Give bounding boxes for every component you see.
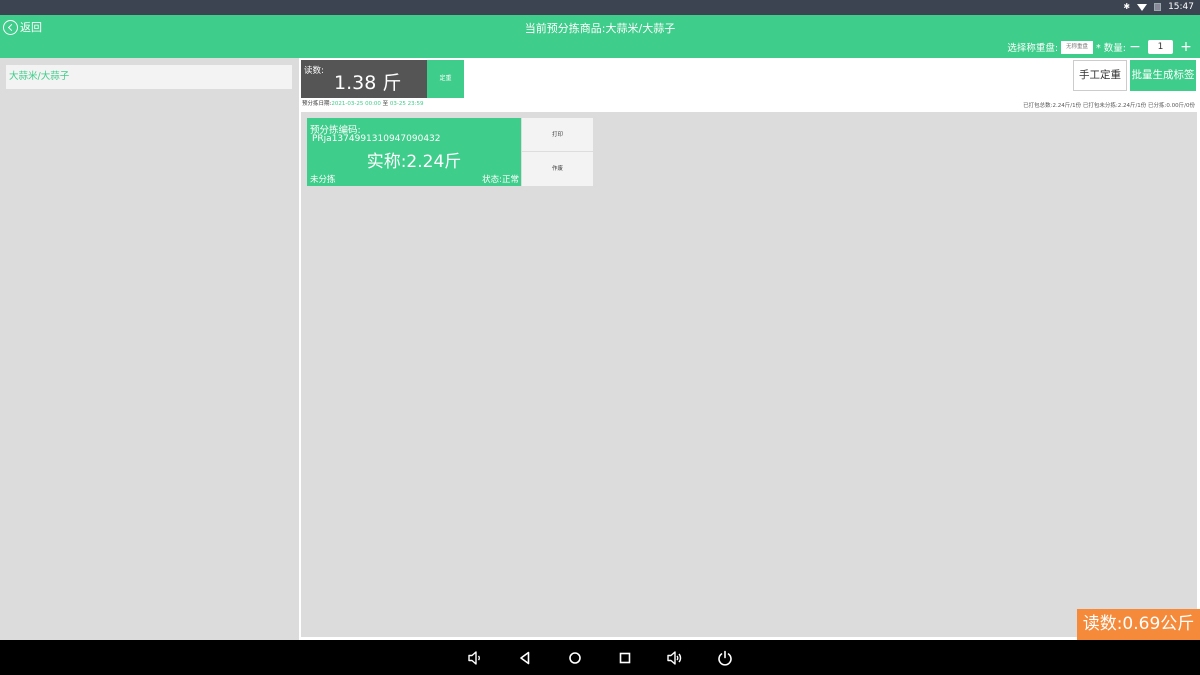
wifi-icon <box>1137 3 1148 11</box>
recent-apps-icon[interactable] <box>616 649 634 667</box>
card-code: PRja1374991310947090432 <box>312 134 441 144</box>
volume-up-icon[interactable] <box>666 649 684 667</box>
presort-date-range: 预分拣日期:2021-03-25 00:00 至 03-25 23:59 <box>302 99 424 107</box>
presort-card[interactable]: 预分拣编码: PRja1374991310947090432 实称:2.24斤 … <box>307 118 521 186</box>
scale-reading-box: 读数: 1.38 斤 <box>301 60 427 98</box>
sim-icon <box>1154 3 1162 11</box>
packing-stats: 已打包总数:2.24斤/1份 已打包未分拣:2.24斤/1份 已分拣:0.00斤… <box>1023 103 1195 109</box>
batch-generate-labels-button[interactable]: 批量生成标签 <box>1130 60 1196 91</box>
date-start[interactable]: 2021-03-25 00:00 <box>331 101 381 107</box>
system-nav-bar <box>0 640 1200 675</box>
card-actions: 打印 作废 <box>522 118 593 186</box>
home-circle-icon[interactable] <box>566 649 584 667</box>
date-end[interactable]: 03-25 23:59 <box>390 101 424 107</box>
product-list-item[interactable]: 大蒜米/大蒜子 <box>6 65 292 89</box>
scale-quantity-row: 选择称重盘: 无称重盘 * 数量: − 1 + <box>1007 40 1192 54</box>
page-title: 当前预分拣商品:大蒜米/大蒜子 <box>524 22 676 35</box>
void-button[interactable]: 作废 <box>522 152 593 186</box>
date-prefix: 预分拣日期: <box>302 101 332 107</box>
power-icon[interactable] <box>716 649 734 667</box>
card-weight: 实称:2.24斤 <box>366 152 462 172</box>
scale-label: 选择称重盘: <box>1007 43 1059 54</box>
toolbar-area: 读数: 1.38 斤 定重 预分拣日期:2021-03-25 00:00 至 0… <box>301 58 1200 112</box>
manual-weigh-button[interactable]: 手工定重 <box>1073 60 1127 91</box>
product-list-panel: 大蒜米/大蒜子 <box>0 58 299 640</box>
status-bar: ✱ 15:47 <box>0 0 1200 15</box>
print-button[interactable]: 打印 <box>522 118 593 152</box>
quantity-increment-button[interactable]: + <box>1180 40 1192 54</box>
clock: 15:47 <box>1168 2 1194 12</box>
quantity-decrement-button[interactable]: − <box>1129 40 1141 54</box>
reading-label: 读数: <box>304 66 324 76</box>
date-separator: 至 <box>380 101 390 107</box>
quantity-input[interactable]: 1 <box>1148 40 1173 54</box>
header-bar: 返回 当前预分拣商品:大蒜米/大蒜子 选择称重盘: 无称重盘 * 数量: − 1… <box>0 15 1200 58</box>
presort-card-grid: 预分拣编码: PRja1374991310947090432 实称:2.24斤 … <box>301 112 1197 637</box>
card-status: 状态:正常 <box>482 175 519 185</box>
quantity-label: * 数量: <box>1096 43 1126 54</box>
reading-value: 1.38 斤 <box>334 72 402 94</box>
card-sort-state: 未分拣 <box>310 175 336 185</box>
volume-down-icon[interactable] <box>466 649 484 667</box>
back-triangle-icon[interactable] <box>516 649 534 667</box>
scale-select[interactable]: 无称重盘 <box>1061 40 1094 54</box>
set-weight-button[interactable]: 定重 <box>427 60 464 98</box>
live-reading-badge: 读数:0.69公斤 <box>1077 609 1200 640</box>
bluetooth-icon: ✱ <box>1123 2 1131 11</box>
